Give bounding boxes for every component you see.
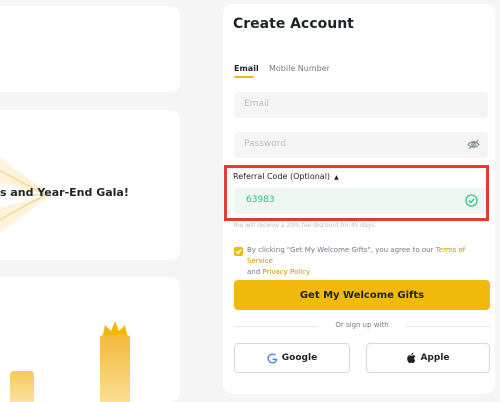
- apple-icon: [407, 352, 416, 364]
- eye-hidden-icon[interactable]: [467, 139, 480, 150]
- tab-active-indicator: [234, 76, 254, 78]
- google-label: Google: [281, 353, 318, 363]
- agreement-prefix: By clicking "Get My Welcome Gifts", you …: [247, 246, 436, 254]
- agree-checkbox[interactable]: [234, 247, 243, 256]
- promo-card-top[interactable]: [0, 6, 180, 92]
- password-field[interactable]: Password: [234, 132, 488, 158]
- promo-bar-tall: [100, 335, 130, 402]
- promo-card-gala[interactable]: s and Year-End Gala!: [0, 110, 180, 260]
- agreement-text: By clicking "Get My Welcome Gifts", you …: [247, 245, 487, 278]
- referral-discount-note: You will receive a 20% fee discount for …: [233, 222, 377, 229]
- page-title: Create Account: [233, 16, 354, 32]
- get-welcome-gifts-button[interactable]: Get My Welcome Gifts: [234, 280, 490, 310]
- divider-right: [405, 326, 490, 327]
- apple-label: Apple: [420, 353, 450, 363]
- privacy-policy-link[interactable]: Privacy Policy: [262, 268, 310, 276]
- tab-email[interactable]: Email: [234, 64, 259, 73]
- google-signup-button[interactable]: Google: [234, 343, 350, 373]
- apple-signup-button[interactable]: Apple: [366, 343, 490, 373]
- highlight-annotation: [224, 165, 489, 221]
- google-icon: [267, 352, 278, 364]
- promo-card-chart[interactable]: [0, 277, 180, 402]
- checkmark-icon: [235, 249, 242, 255]
- light-rays-decoration: [0, 157, 50, 233]
- tab-mobile-number[interactable]: Mobile Number: [269, 64, 330, 73]
- email-placeholder: Email: [244, 99, 269, 109]
- or-sign-up-with-label: Or sign up with: [335, 321, 389, 329]
- promo-bar-small: [10, 371, 34, 402]
- promo-title: s and Year-End Gala!: [0, 186, 129, 199]
- agreement-and: and: [247, 268, 263, 276]
- email-field[interactable]: Email: [234, 92, 488, 118]
- password-placeholder: Password: [244, 139, 287, 149]
